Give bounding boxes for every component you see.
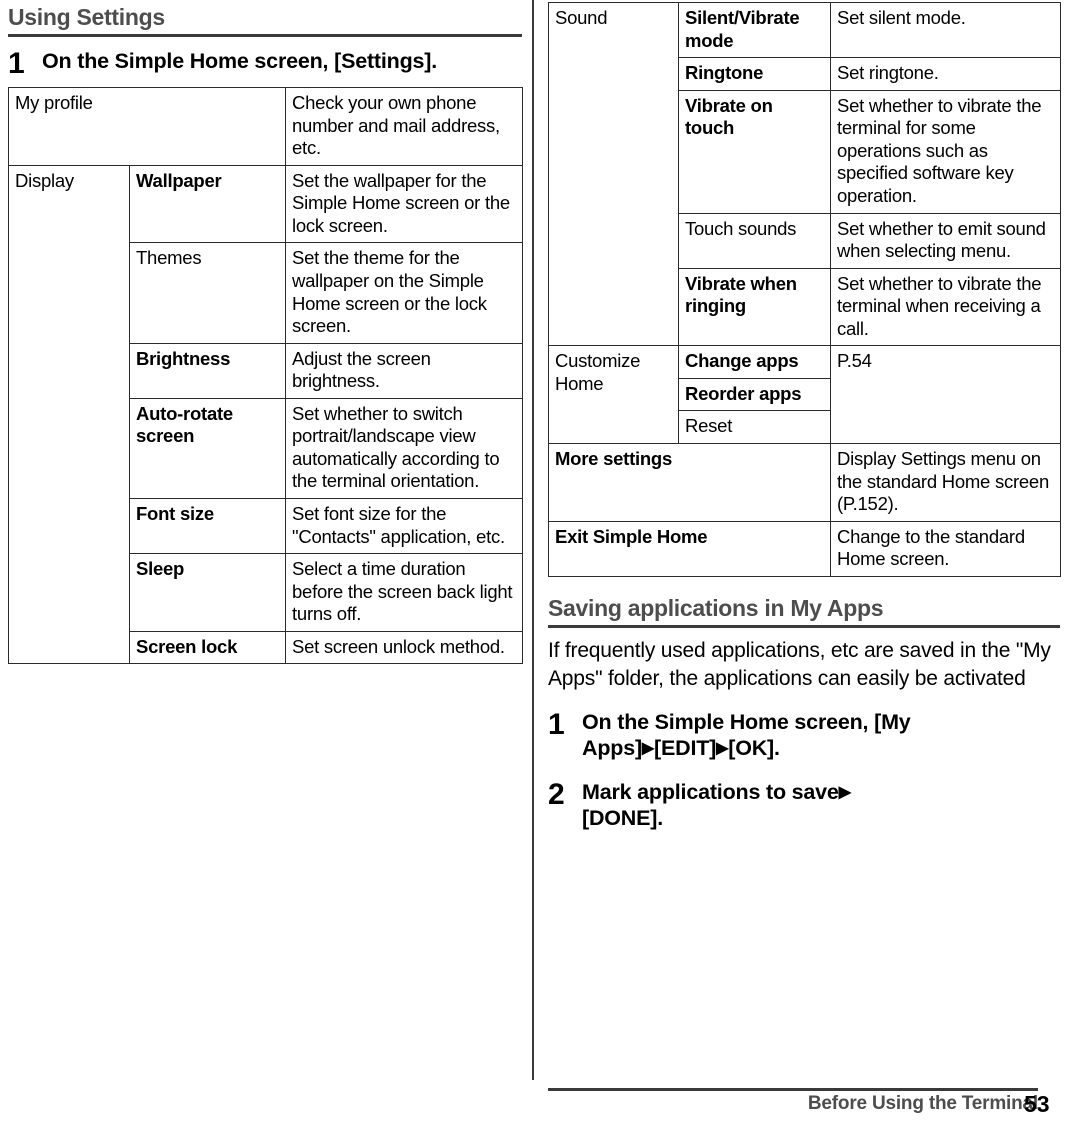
cell-sublabel: Vibrate when ringing [678,267,831,347]
cell-desc: Set silent mode. [830,1,1061,59]
cell-desc: Set screen unlock method. [285,630,524,665]
cell-group-label: Customize Home [548,345,679,444]
left-step-1: 1 On the Simple Home screen, [Settings]. [8,48,522,79]
step-part1: Mark applications to save [582,780,839,805]
step-number: 2 [548,778,565,812]
cell-desc: Set whether to vibrate the terminal when… [830,267,1061,347]
step-part2: [DONE]. [582,806,664,831]
cell-desc: Display Settings menu on the standard Ho… [830,443,1061,522]
cell-desc: Change to the standard Home screen. [830,520,1061,577]
arrow-icon: ▶ [716,739,729,757]
cell-sublabel: Themes [128,242,287,344]
right-step-2: 2 Mark applications to save▶ [DONE]. [548,779,1060,831]
settings-table-right: Sound Silent/Vibrate mode Set silent mod… [548,1,1061,577]
table-row: Customize Home Change apps P.54 [548,345,1061,444]
table-row: My profile Check your own phone number a… [7,87,524,166]
table-row: Display Wallpaper Set the wallpaper for … [8,164,524,665]
page-footer: Before Using the Terminal 53 [0,1088,1066,1134]
cell-sublabel: Reset [678,410,831,444]
cell-desc: Set whether to vibrate the terminal for … [830,89,1061,214]
cell-label: My profile [7,87,287,166]
cell-sublabel: Screen lock [128,630,287,665]
step-number: 1 [548,707,565,741]
cell-sublabel: Vibrate on touch [678,89,831,214]
step-text: Mark applications to save▶ [DONE]. [582,779,1060,831]
settings-table-left: My profile Check your own phone number a… [7,87,524,665]
cell-sublabel: Font size [128,497,287,555]
cell-desc: Set the wallpaper for the Simple Home sc… [285,164,524,244]
page-number: 53 [1024,1091,1050,1117]
table-row: Sound Silent/Vibrate mode Set silent mod… [548,1,1061,347]
cell-label: More settings [548,443,831,522]
right-step-1: 1 On the Simple Home screen, [My Apps]▶[… [548,709,1060,761]
step-number: 1 [8,47,25,80]
cell-sublabel: Silent/Vibrate mode [678,1,831,59]
cell-sublabel: Touch sounds [678,212,831,269]
step-text-suffix: ]. [424,49,438,73]
cell-desc: Select a time duration before the screen… [285,553,524,632]
cell-desc: Set font size for the "Contacts" applica… [285,497,524,555]
cell-desc: Set whether to emit sound when selecting… [830,212,1061,269]
cell-group-label: Sound [548,1,679,347]
step-text-prefix: On the Simple Home screen, [ [42,49,342,73]
right-section-heading: Saving applications in My Apps [548,591,1060,628]
right-column: Sound Silent/Vibrate mode Set silent mod… [548,0,1061,840]
left-section-heading: Using Settings [8,0,522,37]
step-text: On the Simple Home screen, [My Apps]▶[ED… [582,709,1060,761]
cell-desc: Set the theme for the wallpaper on the S… [285,242,524,344]
arrow-icon: ▶ [641,739,655,757]
cell-desc: Adjust the screen brightness. [285,342,524,399]
cell-sublabel: Wallpaper [128,164,287,244]
cell-desc: Set whether to switch portrait/landscape… [285,397,524,500]
arrow-icon: ▶ [838,784,851,802]
cell-label: Exit Simple Home [548,520,831,577]
cell-group-label: Display [8,164,130,665]
cell-sublabel: Reorder apps [678,377,831,412]
cell-sublabel: Auto-rotate screen [128,397,287,500]
cell-desc: Check your own phone number and mail add… [285,87,524,166]
cell-sublabel: Brightness [128,342,287,399]
right-paragraph: If frequently used applications, etc are… [548,638,1051,690]
left-column: Using Settings 1 On the Simple Home scre… [7,0,524,665]
step-text-bold: Settings [341,49,425,73]
table-row: More settings Display Settings menu on t… [548,443,1061,522]
step-part3: [OK]. [728,735,780,760]
column-divider [532,0,534,1080]
step-text: On the Simple Home screen, [Settings]. [42,48,522,74]
step-part2: [EDIT] [654,735,717,760]
cell-sublabel: Change apps [678,345,831,379]
table-row: Exit Simple Home Change to the standard … [548,520,1061,577]
page: Using Settings 1 On the Simple Home scre… [0,0,1066,1134]
cell-sublabel: Sleep [128,553,287,632]
footer-rule [548,1088,1038,1091]
footer-chapter-title: Before Using the Terminal [807,1093,1038,1114]
cell-desc: P.54 [830,345,1061,444]
cell-desc: Set ringtone. [830,57,1061,91]
cell-sublabel: Ringtone [678,57,831,91]
